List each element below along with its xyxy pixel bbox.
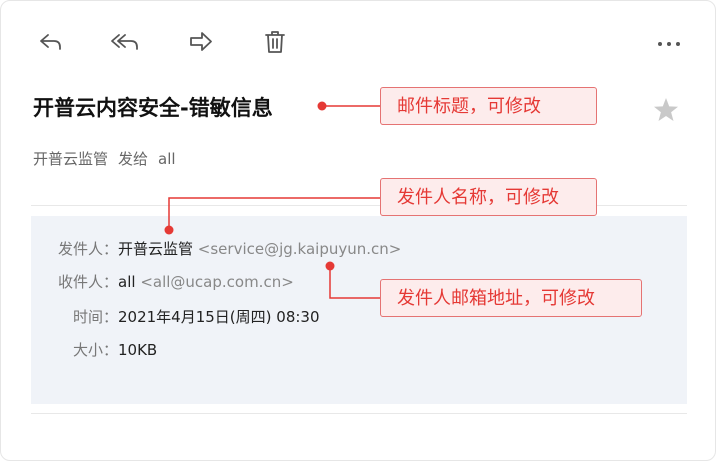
to-label: 收件人：: [57, 273, 118, 291]
detail-row-size: 大小：10KB: [46, 339, 157, 360]
subject-annotation: 邮件标题，可修改: [380, 87, 597, 125]
reply-button[interactable]: [36, 27, 66, 57]
divider: [31, 413, 687, 414]
size-label: 大小：: [72, 341, 118, 359]
recipient-short[interactable]: all: [158, 150, 176, 168]
sender-name[interactable]: 开普云监管: [33, 150, 108, 168]
reply-all-button[interactable]: [108, 27, 142, 57]
detail-row-to: 收件人：all <all@ucap.com.cn>: [46, 271, 294, 292]
detail-row-time: 时间：2021年4月15日(周四) 08:30: [46, 306, 320, 327]
detail-row-from: 发件人：开普云监管 <service@jg.kaipuyun.cn>: [46, 238, 401, 259]
forward-icon: [190, 32, 212, 51]
size-value: 10KB: [118, 341, 158, 359]
forward-button[interactable]: [186, 27, 216, 57]
sender-address-annotation: 发件人邮箱地址，可修改: [380, 279, 642, 317]
from-label: 发件人：: [57, 240, 118, 258]
reply-all-icon: [111, 34, 138, 50]
time-label: 时间：: [72, 308, 118, 326]
more-icon: [658, 42, 680, 46]
to-name[interactable]: all: [118, 273, 136, 291]
sender-summary: 开普云监管 发给 all: [33, 148, 186, 169]
time-value: 2021年4月15日(周四) 08:30: [118, 308, 320, 326]
from-address[interactable]: <service@jg.kaipuyun.cn>: [198, 240, 402, 258]
to-address[interactable]: <all@ucap.com.cn>: [140, 273, 293, 291]
reply-icon: [40, 34, 61, 50]
sender-name-annotation: 发件人名称，可修改: [380, 178, 597, 216]
more-button[interactable]: [654, 27, 684, 57]
star-icon[interactable]: [652, 96, 680, 124]
from-name[interactable]: 开普云监管: [118, 240, 193, 258]
email-subject: 开普云内容安全-错敏信息: [33, 96, 273, 120]
delete-button[interactable]: [260, 27, 290, 57]
trash-icon: [265, 31, 285, 53]
sent-to-word: 发给: [118, 150, 149, 168]
